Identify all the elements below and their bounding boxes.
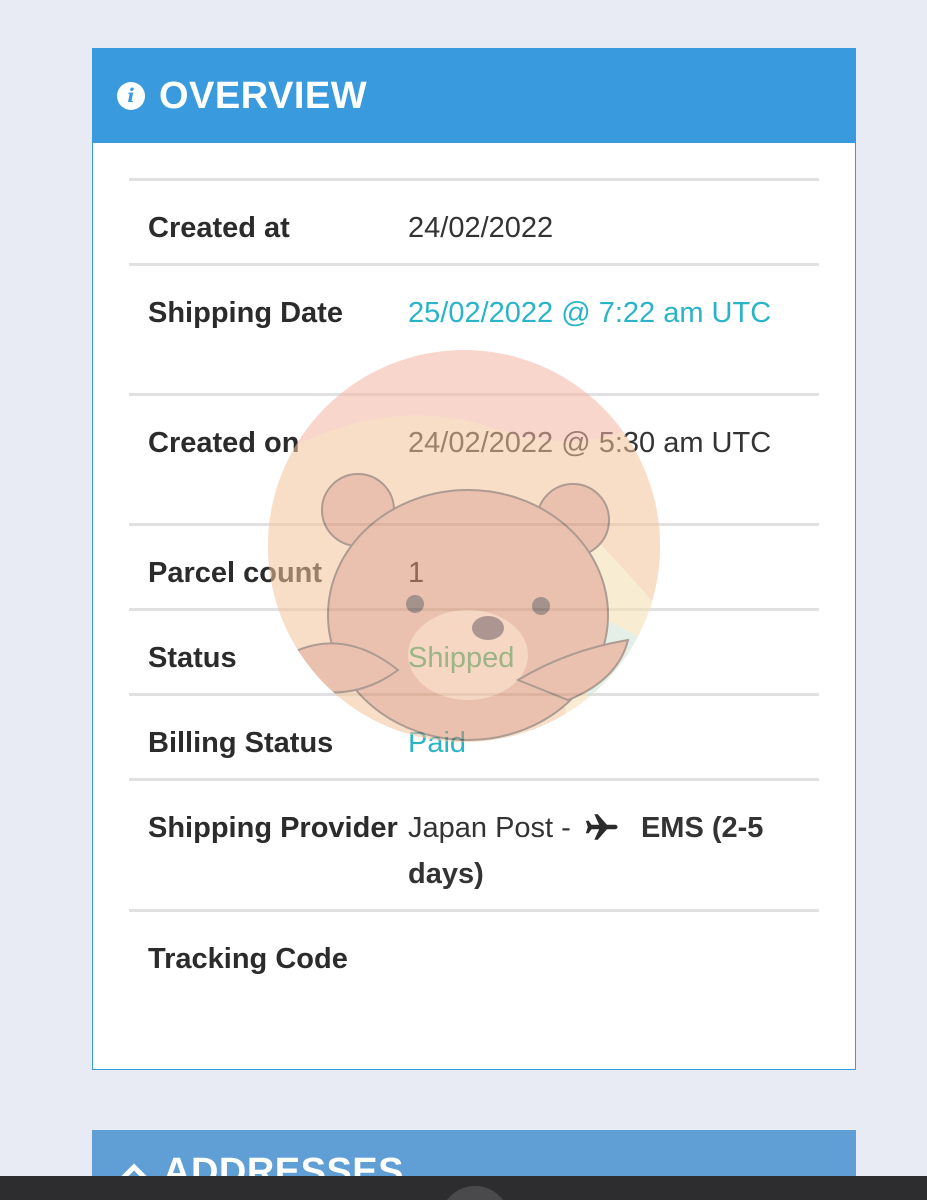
billing-status-label: Billing Status xyxy=(148,727,334,759)
created-at-value: 24/02/2022 xyxy=(408,212,554,244)
parcel-count-value: 1 xyxy=(408,557,425,589)
row-parcel-count: Parcel count 1 xyxy=(129,526,819,611)
created-on-label: Created on xyxy=(148,427,300,459)
row-shipping-provider: Shipping Provider Japan Post - EMS (2-5 … xyxy=(129,781,819,912)
plane-icon xyxy=(585,814,618,840)
overview-title: OVERVIEW xyxy=(159,74,368,117)
browser-bottom-bar xyxy=(0,1176,927,1200)
tracking-code-value xyxy=(408,936,819,1002)
status-value: Shipped xyxy=(408,642,515,674)
created-at-label: Created at xyxy=(148,212,290,244)
row-billing-status: Billing Status Paid xyxy=(129,696,819,781)
overview-header: i OVERVIEW xyxy=(93,49,855,143)
billing-status-value: Paid xyxy=(408,727,467,759)
row-created-on: Created on 24/02/2022 @ 5:30 am UTC xyxy=(129,396,819,526)
parcel-count-label: Parcel count xyxy=(148,557,323,589)
status-label: Status xyxy=(148,642,237,674)
row-shipping-date: Shipping Date 25/02/2022 @ 7:22 am UTC xyxy=(129,266,819,396)
created-on-value: 24/02/2022 @ 5:30 am UTC xyxy=(408,427,772,459)
shipping-date-label: Shipping Date xyxy=(148,297,343,329)
shipping-provider-label: Shipping Provider xyxy=(148,812,398,844)
tracking-code-label: Tracking Code xyxy=(148,943,348,975)
overview-table: Created at 24/02/2022 Shipping Date 25/0… xyxy=(129,178,819,1002)
row-status: Status Shipped xyxy=(129,611,819,696)
row-tracking-code: Tracking Code xyxy=(129,912,819,1002)
home-button[interactable] xyxy=(440,1186,510,1200)
info-icon: i xyxy=(117,82,145,110)
shipping-date-link[interactable]: 25/02/2022 @ 7:22 am UTC xyxy=(408,290,819,393)
shipping-carrier: Japan Post - xyxy=(408,812,571,844)
overview-card: i OVERVIEW Created at 24/02/2022 Shippin… xyxy=(92,48,856,1070)
row-created-at: Created at 24/02/2022 xyxy=(129,181,819,266)
shipping-provider-value: Japan Post - EMS (2-5 days) xyxy=(408,805,819,909)
